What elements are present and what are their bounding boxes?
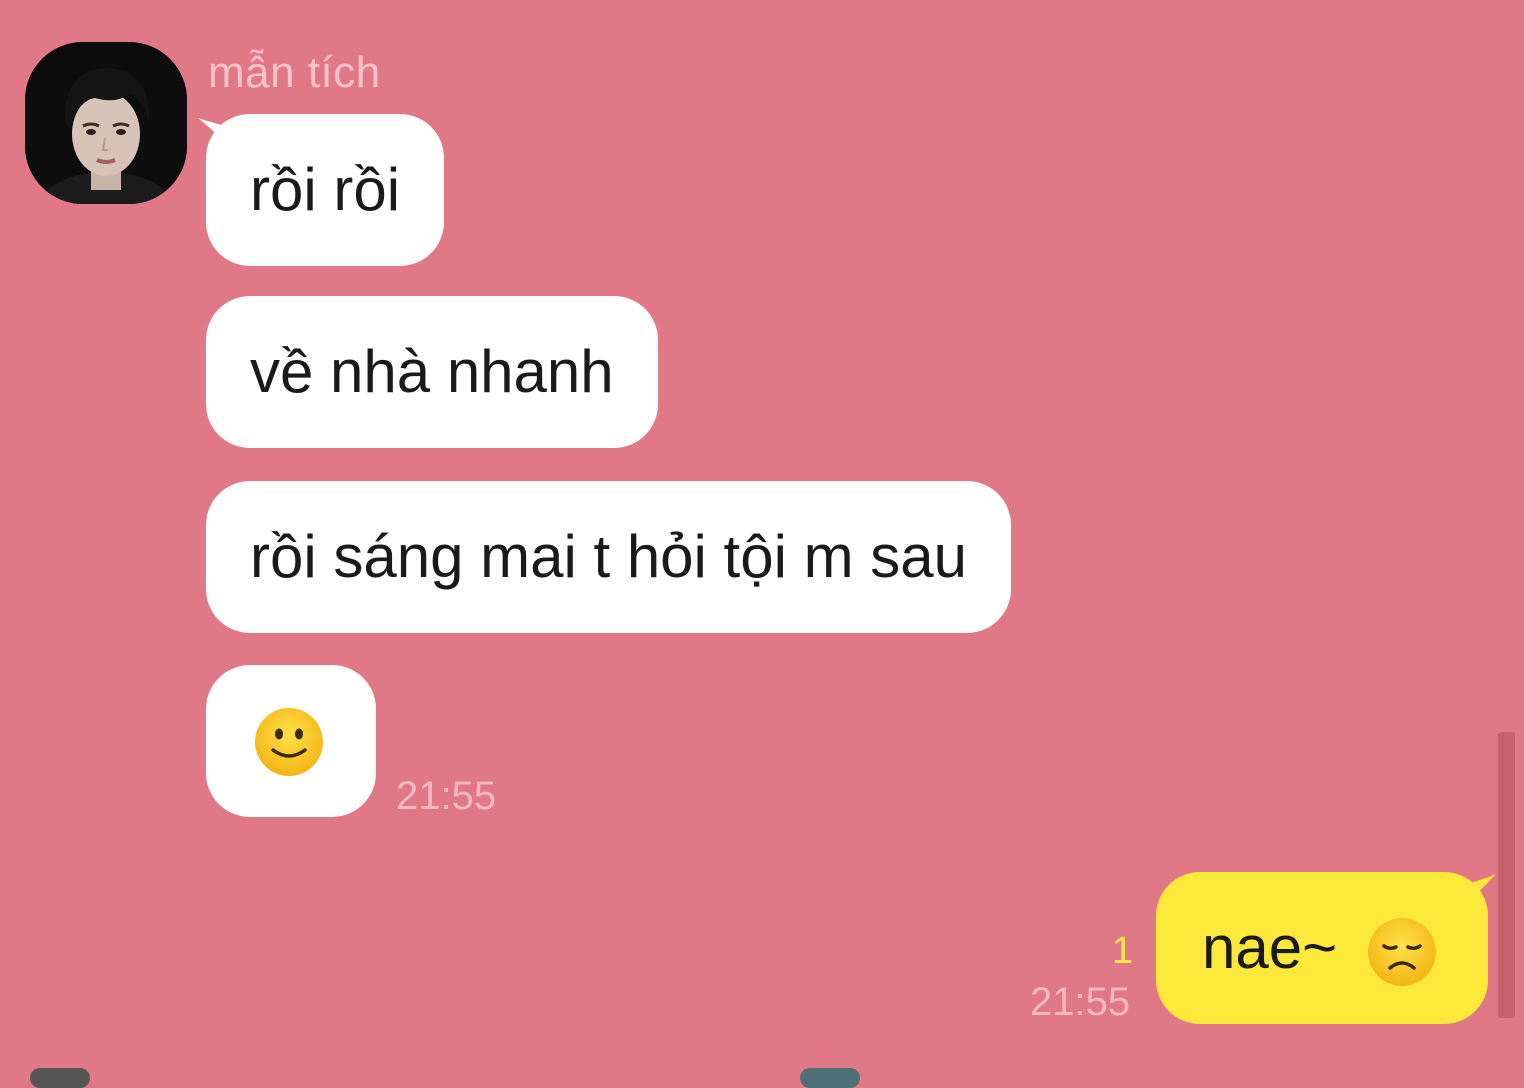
message-text: rồi rồi: [250, 156, 401, 223]
incoming-message-bubble[interactable]: rồi rồi: [206, 114, 445, 266]
sender-avatar[interactable]: [25, 42, 187, 204]
incoming-message-bubble[interactable]: về nhà nhanh: [206, 296, 658, 448]
scrollbar[interactable]: [1498, 732, 1515, 1018]
profile-photo-icon: [25, 42, 187, 204]
message-text: nae~: [1202, 914, 1338, 981]
disappointed-face-icon: [1368, 918, 1436, 986]
chat-area: mẫn tích rồi rồi về nhà nhanh rồi sáng m…: [0, 0, 1524, 1088]
incoming-emoji-bubble[interactable]: [206, 665, 376, 817]
outgoing-timestamp: 21:55: [1030, 980, 1131, 1024]
message-text: về nhà nhanh: [250, 338, 614, 405]
bottom-partial-icon: [800, 1068, 860, 1088]
slightly-smiling-face-icon: [255, 708, 323, 776]
sender-name: mẫn tích: [208, 48, 381, 97]
incoming-timestamp: 21:55: [396, 774, 497, 818]
outgoing-message-bubble[interactable]: nae~: [1156, 872, 1488, 1024]
message-text: rồi sáng mai t hỏi tội m sau: [250, 523, 967, 590]
bottom-partial-icon: [30, 1068, 90, 1088]
unread-count-badge: 1: [1112, 930, 1134, 972]
incoming-message-bubble[interactable]: rồi sáng mai t hỏi tội m sau: [206, 481, 1011, 633]
